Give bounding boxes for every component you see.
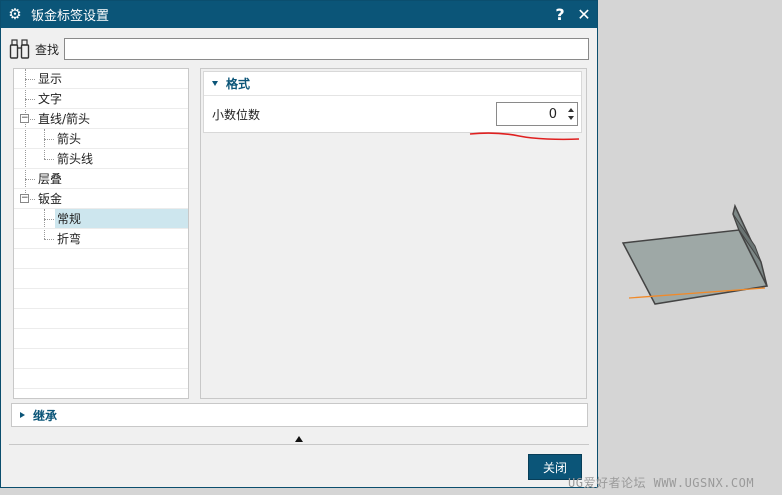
tree-item-label: 直线/箭头 [38, 112, 91, 126]
tree-item-label: 显示 [38, 72, 63, 86]
tree-item-line-arrow[interactable]: − 直线/箭头 [14, 109, 188, 129]
tree-item-label: 箭头 [57, 132, 82, 146]
tree-item-arrowhead[interactable]: 箭头 [14, 129, 188, 149]
spin-down-icon[interactable] [568, 116, 574, 120]
spin-arrows[interactable] [565, 103, 577, 125]
collapse-icon[interactable]: − [20, 114, 29, 123]
chevron-down-icon [212, 81, 218, 86]
tree-item-arrow-line[interactable]: 箭头线 [14, 149, 188, 169]
tree-item-label: 折弯 [57, 232, 82, 246]
tree-item-text[interactable]: 文字 [14, 89, 188, 109]
chevron-up-icon[interactable] [295, 436, 303, 442]
tree-item-general[interactable]: 常规 [14, 209, 188, 229]
tree-item-display[interactable]: 显示 [14, 69, 188, 89]
decimal-places-value[interactable]: 0 [497, 107, 565, 122]
sheet-metal-label-settings-dialog: ⚙ 钣金标签设置 ? ✕ 查找 显示 文字 − 直线/箭头 箭头 箭头线 层叠 … [0, 0, 598, 488]
red-underline-annotation [469, 132, 580, 141]
tree-item-label: 层叠 [38, 172, 63, 186]
tree-empty-row [14, 349, 188, 369]
dialog-title: 钣金标签设置 [31, 9, 110, 24]
settings-content-panel: 格式 小数位数 0 [200, 68, 587, 399]
collapse-icon[interactable]: − [20, 194, 29, 203]
format-section: 格式 小数位数 0 [203, 71, 582, 133]
find-row: 查找 [9, 36, 589, 62]
collapse-bar[interactable] [9, 433, 589, 445]
decimal-places-stepper[interactable]: 0 [496, 102, 578, 126]
spin-up-icon[interactable] [568, 108, 574, 112]
category-tree: 显示 文字 − 直线/箭头 箭头 箭头线 层叠 − 钣金 常规 折弯 [13, 68, 189, 399]
tree-item-label: 箭头线 [57, 152, 94, 166]
tree-item-stacking[interactable]: 层叠 [14, 169, 188, 189]
inherit-section-header[interactable]: 继承 [11, 403, 588, 427]
find-label: 查找 [35, 42, 60, 57]
tree-item-bend[interactable]: 折弯 [14, 229, 188, 249]
find-input[interactable] [64, 38, 589, 60]
tree-item-sheet-metal[interactable]: − 钣金 [14, 189, 188, 209]
watermark-text: UG爱好者论坛 WWW.UGSNX.COM [568, 476, 755, 490]
tree-empty-row [14, 249, 188, 269]
format-section-title: 格式 [226, 77, 251, 91]
tree-empty-row [14, 289, 188, 309]
tree-item-label: 文字 [38, 92, 63, 106]
tree-empty-row [14, 329, 188, 349]
chevron-right-icon [20, 412, 25, 418]
decimal-places-label: 小数位数 [212, 107, 261, 122]
binoculars-icon[interactable] [9, 38, 31, 60]
sheet-metal-model-preview [621, 203, 769, 305]
tree-item-label: 钣金 [38, 192, 63, 206]
close-icon[interactable]: ✕ [573, 4, 595, 26]
tree-empty-row [14, 269, 188, 289]
title-bar[interactable]: ⚙ 钣金标签设置 ? ✕ [1, 1, 597, 28]
tree-empty-row [14, 369, 188, 389]
inherit-section-title: 继承 [33, 408, 58, 423]
gear-icon: ⚙ [8, 5, 22, 23]
decimal-places-row: 小数位数 0 [212, 102, 578, 126]
help-button[interactable]: ? [549, 4, 571, 26]
tree-item-label: 常规 [55, 209, 188, 228]
format-section-header[interactable]: 格式 [204, 72, 581, 96]
tree-empty-row [14, 309, 188, 329]
